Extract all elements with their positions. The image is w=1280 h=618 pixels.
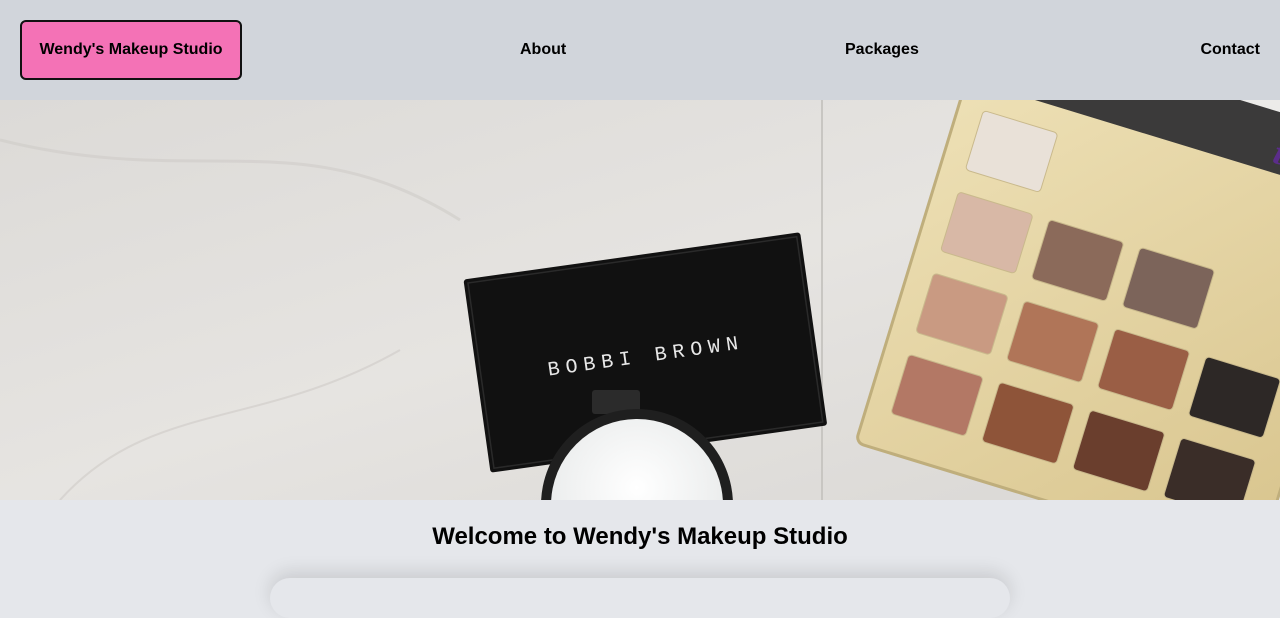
nav-link-about[interactable]: About (520, 40, 566, 60)
nav-link-packages[interactable]: Packages (845, 40, 919, 60)
hero-image: BOBBI BROWN tarte (0, 100, 1280, 500)
welcome-section: Welcome to Wendy's Makeup Studio (0, 500, 1280, 618)
nav-link-contact[interactable]: Contact (1200, 40, 1260, 60)
content-card-edge (270, 578, 1010, 618)
makeup-products-photo: BOBBI BROWN tarte (0, 100, 1280, 500)
top-navbar: Wendy's Makeup Studio About Packages Con… (0, 0, 1280, 100)
brand-button[interactable]: Wendy's Makeup Studio (20, 20, 242, 80)
welcome-title: Welcome to Wendy's Makeup Studio (432, 523, 848, 550)
